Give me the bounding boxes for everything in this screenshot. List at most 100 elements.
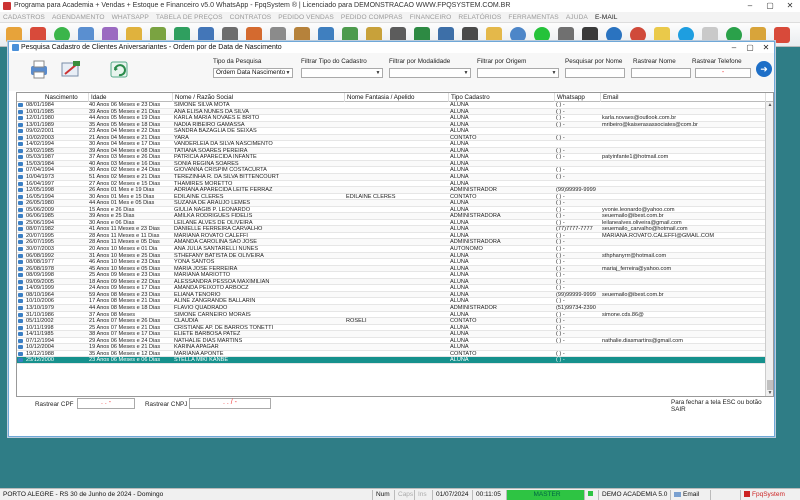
- tipo-pesquisa-select[interactable]: Ordem Data Nascimento ▼: [213, 68, 293, 78]
- close-icon[interactable]: ✕: [780, 0, 800, 12]
- col-email[interactable]: Email: [601, 93, 766, 102]
- refresh-button[interactable]: [107, 58, 131, 80]
- menu-relatorios[interactable]: RELATÓRIOS: [458, 14, 501, 21]
- client-card-icon: [18, 240, 23, 245]
- dialog-controls: – ▢ ✕: [726, 42, 774, 53]
- menu-contratos[interactable]: CONTRATOS: [230, 14, 272, 21]
- client-card-icon: [18, 181, 23, 186]
- menu-whatsapp[interactable]: WHATSAPP: [112, 14, 149, 21]
- chevron-down-icon: ▼: [463, 70, 469, 76]
- table-row[interactable]: 25/12/2000 23 Anos 06 Meses e 06 Dias STEL…: [17, 357, 766, 364]
- status-brand: FpqSystem: [740, 490, 800, 500]
- dialog-close-icon[interactable]: ✕: [758, 42, 774, 53]
- client-card-icon: [18, 273, 23, 278]
- origem-label: Filtrar por Origem: [477, 58, 527, 65]
- client-card-icon: [18, 325, 23, 330]
- status-caps: Caps: [394, 490, 414, 500]
- client-card-icon: [18, 109, 23, 114]
- menu-bar: CADASTROS AGENDAMENTO WHATSAPP TABELA DE…: [0, 12, 800, 23]
- dialog-minimize-icon[interactable]: –: [726, 42, 742, 53]
- client-card-icon: [18, 286, 23, 291]
- spreadsheet-icon: [61, 61, 80, 77]
- client-card-icon: [18, 220, 23, 225]
- tipo-pesquisa-label: Tipo da Pesquisa: [213, 58, 262, 65]
- menu-pedido-vendas[interactable]: PEDIDO VENDAS: [278, 14, 334, 21]
- status-brand-label: FpqSystem: [752, 491, 785, 498]
- tipo-cadastro-select[interactable]: ▼: [301, 68, 383, 78]
- rastrear-telefone-input[interactable]: -: [695, 68, 751, 78]
- arrow-right-icon: ➜: [760, 64, 768, 74]
- client-card-icon: [18, 142, 23, 147]
- client-card-icon: [18, 345, 23, 350]
- export-button[interactable]: [59, 58, 83, 80]
- status-blank: [710, 490, 740, 500]
- menu-ajuda[interactable]: AJUDA: [566, 14, 588, 21]
- close-hint: Para fechar a tela ESC ou botão SAIR: [671, 399, 762, 413]
- client-card-icon: [18, 168, 23, 173]
- dialog-title-bar: Pesquisa Cadastro de Clientes Aniversari…: [9, 42, 774, 53]
- tipo-pesquisa-value: Ordem Data Nascimento: [216, 69, 286, 76]
- col-nome[interactable]: Nome / Razão Social: [173, 93, 345, 102]
- table-cell: [602, 357, 766, 364]
- brand-icon: [744, 491, 750, 498]
- search-go-button[interactable]: ➜: [756, 61, 772, 77]
- rastrear-cnpj-label: Rastrear CNPJ: [145, 401, 188, 408]
- table-cell: STELLA MIKI KANBE: [174, 357, 229, 364]
- menu-financeiro[interactable]: FINANCEIRO: [410, 14, 452, 21]
- col-whatsapp[interactable]: Whatsapp: [555, 93, 601, 102]
- client-card-icon: [18, 175, 23, 180]
- client-card-icon: [18, 299, 23, 304]
- client-card-icon: [18, 332, 23, 337]
- client-card-icon: [18, 103, 23, 107]
- client-card-icon: [18, 319, 23, 324]
- client-card-icon: [18, 312, 23, 317]
- clients-grid: Nascimento Idade Nome / Razão Social Nom…: [16, 92, 774, 397]
- status-num: Num: [372, 490, 394, 500]
- scroll-up-icon[interactable]: ▲: [766, 102, 773, 109]
- chevron-down-icon: ▼: [551, 70, 557, 76]
- grid-scrollbar[interactable]: ▲ ▼: [765, 102, 773, 396]
- col-tipo-cadastro[interactable]: Tipo Cadastro: [449, 93, 555, 102]
- client-card-icon: [18, 227, 23, 232]
- chevron-down-icon: ▼: [285, 70, 291, 76]
- client-card-icon: [18, 135, 23, 140]
- menu-agendamento[interactable]: AGENDAMENTO: [52, 14, 105, 21]
- rastrear-nome-input[interactable]: [631, 68, 691, 78]
- maximize-icon[interactable]: ▢: [760, 0, 780, 12]
- modalidade-select[interactable]: ▼: [389, 68, 471, 78]
- status-ins: Ins: [414, 490, 432, 500]
- origem-select[interactable]: ▼: [477, 68, 559, 78]
- client-card-icon: [18, 155, 23, 160]
- app-title: Programa para Academia + Vendas + Estoqu…: [14, 2, 511, 9]
- nome-search-input[interactable]: [565, 68, 625, 78]
- menu-tabela-precos[interactable]: TABELA DE PREÇOS: [156, 14, 223, 21]
- modalidade-label: Filtrar por Modalidade: [389, 58, 451, 65]
- rastrear-cpf-input[interactable]: . . -: [77, 398, 135, 409]
- gift-icon[interactable]: [774, 27, 790, 43]
- scrollbar-thumb[interactable]: [767, 380, 773, 390]
- scroll-down-icon[interactable]: ▼: [766, 390, 773, 396]
- rastrear-cnpj-input[interactable]: . . / -: [189, 398, 271, 409]
- client-card-icon: [18, 201, 23, 206]
- menu-email[interactable]: E-MAIL: [595, 14, 618, 21]
- menu-ferramentas[interactable]: FERRAMENTAS: [508, 14, 558, 21]
- client-card-icon: [18, 253, 23, 258]
- status-email-link[interactable]: Email: [670, 490, 710, 500]
- tipo-cadastro-label: Filtrar Tipo do Cadastro: [301, 58, 367, 65]
- grid-header: Nascimento Idade Nome / Razão Social Nom…: [17, 93, 773, 102]
- client-card-icon: [18, 129, 23, 134]
- col-fantasia[interactable]: Nome Fantasia / Apelido: [345, 93, 449, 102]
- client-card-icon: [18, 279, 23, 284]
- menu-cadastros[interactable]: CADASTROS: [3, 14, 45, 21]
- col-idade[interactable]: Idade: [89, 93, 173, 102]
- minimize-icon[interactable]: –: [740, 0, 760, 12]
- dialog-maximize-icon[interactable]: ▢: [742, 42, 758, 53]
- client-card-icon: [18, 260, 23, 265]
- client-card-icon: [18, 351, 23, 356]
- menu-pedido-compras[interactable]: PEDIDO COMPRAS: [341, 14, 403, 21]
- client-card-icon: [18, 194, 23, 199]
- rastrear-nome-label: Rastrear Nome: [633, 58, 676, 65]
- client-card-icon: [18, 305, 23, 310]
- col-nascimento[interactable]: Nascimento: [17, 93, 89, 102]
- print-button[interactable]: [27, 58, 51, 80]
